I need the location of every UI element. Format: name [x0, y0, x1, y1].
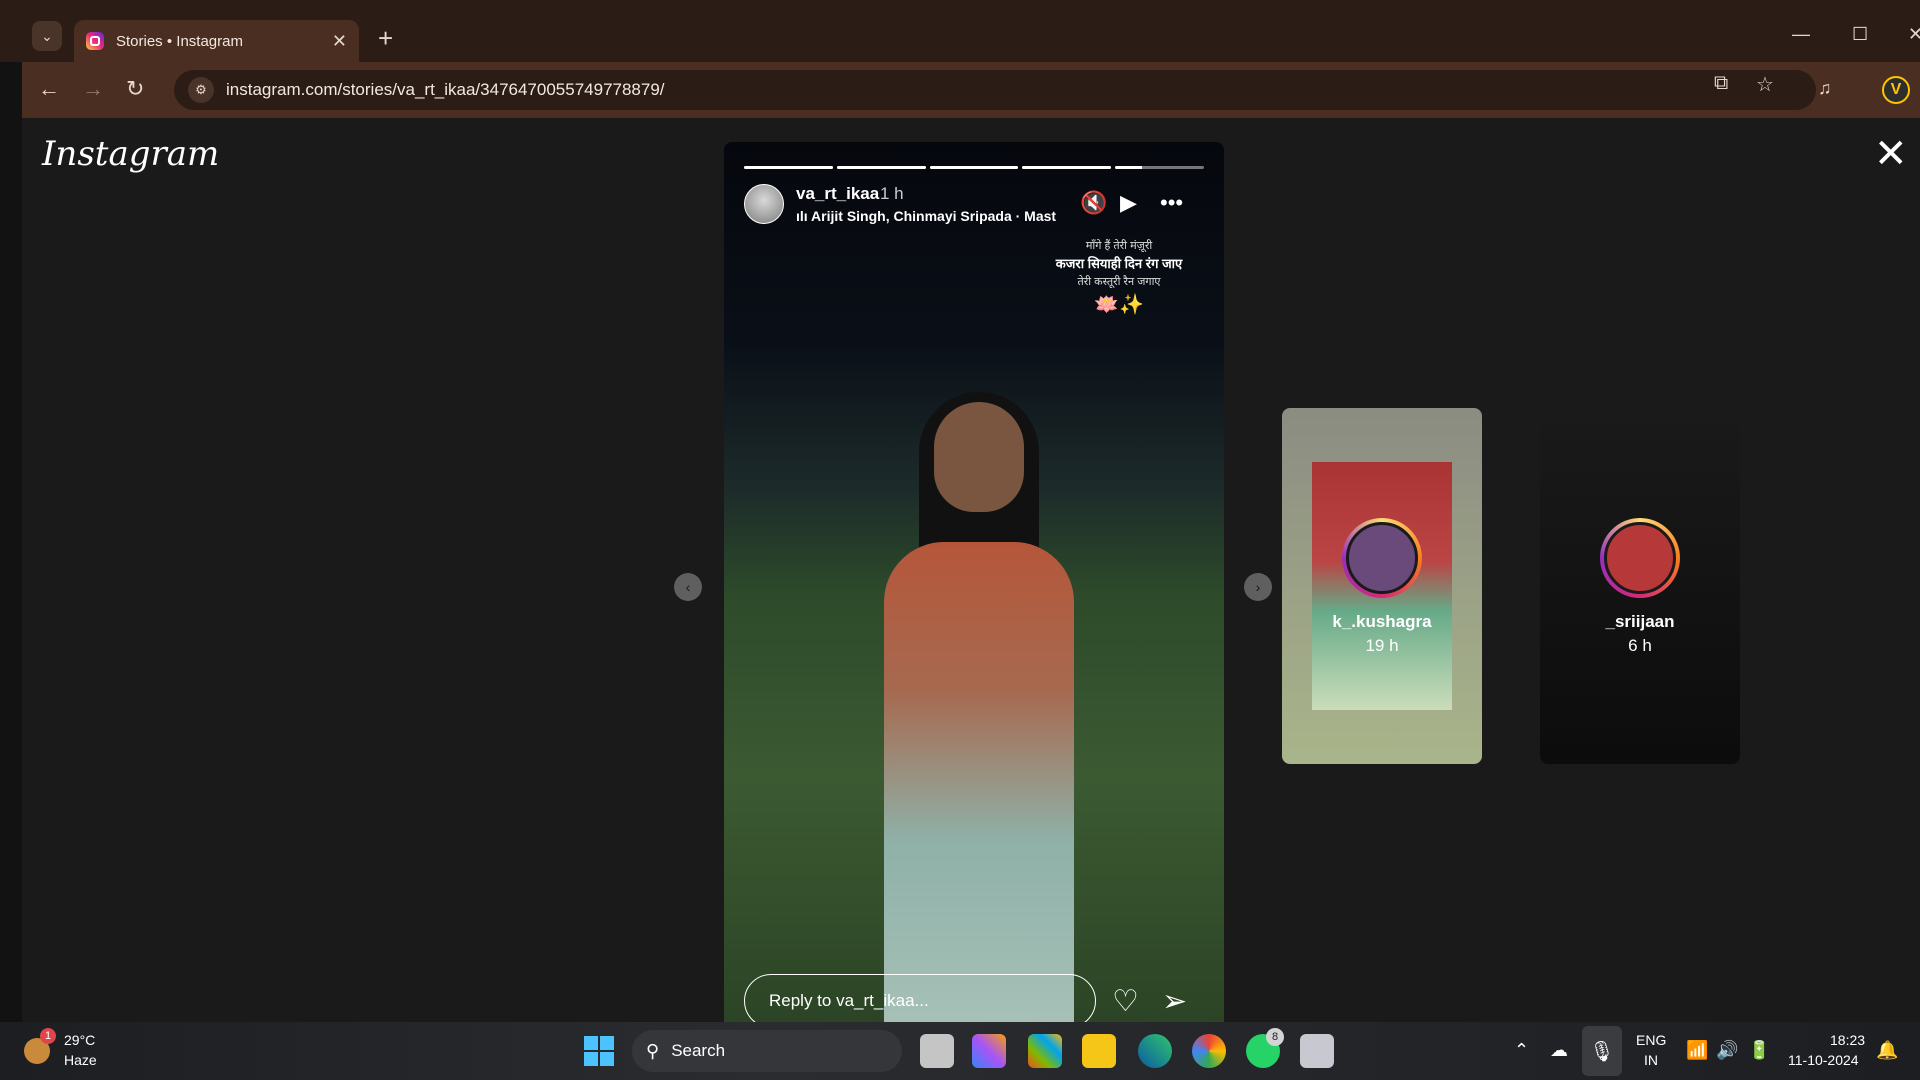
lyric-emojis: 🪷✨: [1094, 294, 1144, 316]
mute-icon[interactable]: 🔇: [1080, 190, 1107, 216]
microphone-icon[interactable]: 🎙: [1582, 1026, 1622, 1076]
taskbar-search[interactable]: ⚲ Search: [632, 1030, 902, 1072]
windows-taskbar: 1 29°C Haze ⚲ Search 8 ⌃ ☁ 🎙 ENG IN 📶 🔊 …: [0, 1022, 1920, 1080]
progress-fill: [836, 166, 926, 169]
weather-temperature[interactable]: 29°C: [64, 1032, 95, 1048]
preview-time: 6 h: [1628, 636, 1652, 655]
notification-bell-icon[interactable]: 🔔: [1876, 1040, 1898, 1061]
profile-avatar[interactable]: V: [1882, 76, 1910, 104]
install-app-icon[interactable]: ⧉: [1714, 72, 1728, 95]
address-bar[interactable]: ⚙ instagram.com/stories/va_rt_ikaa/34764…: [174, 70, 1816, 110]
copilot-icon[interactable]: [972, 1034, 1006, 1068]
instagram-logo[interactable]: Instagram: [42, 134, 219, 174]
language-indicator[interactable]: ENG: [1636, 1032, 1666, 1048]
story-username[interactable]: va_rt_ikaa: [796, 184, 879, 204]
weather-badge: 1: [40, 1028, 56, 1044]
tab-search-button[interactable]: ⌄: [32, 21, 62, 51]
battery-icon[interactable]: 🔋: [1748, 1040, 1770, 1061]
story-music-text: Arijit Singh, Chinmayi Sripada · Mast: [811, 208, 1057, 224]
volume-icon[interactable]: 🔊: [1716, 1040, 1738, 1061]
preview-username: k_.kushagra: [1332, 612, 1432, 631]
bookmark-star-icon[interactable]: ☆: [1756, 72, 1774, 97]
story-ring-avatar: [1342, 518, 1422, 598]
next-story-preview-1[interactable]: k_.kushagra 19 h: [1282, 408, 1482, 764]
reload-button[interactable]: ↻: [126, 76, 144, 102]
close-stories-button[interactable]: ✕: [1874, 134, 1908, 174]
chevron-right-icon: ›: [1255, 579, 1261, 595]
tab-title: Stories • Instagram: [116, 32, 243, 50]
tab-strip: ⌄ Stories • Instagram ✕ + — ☐ ✕: [22, 12, 1920, 62]
microsoft-store-icon[interactable]: [1028, 1034, 1062, 1068]
edge-browser-icon[interactable]: [1138, 1034, 1172, 1068]
minimize-button[interactable]: —: [1792, 24, 1810, 45]
instagram-favicon-icon: [86, 32, 104, 50]
progress-fill: [1115, 166, 1142, 169]
file-explorer-icon[interactable]: [1082, 1034, 1116, 1068]
tab-close-icon[interactable]: ✕: [332, 31, 347, 52]
chevron-left-icon: ‹: [685, 579, 691, 595]
task-view-icon[interactable]: [920, 1034, 954, 1068]
new-tab-button[interactable]: +: [378, 25, 393, 51]
more-options-icon[interactable]: •••: [1160, 190, 1183, 216]
progress-fill: [929, 166, 1019, 169]
desktop-edge: [0, 0, 22, 1080]
show-hidden-icons-chevron[interactable]: ⌃: [1514, 1040, 1529, 1061]
story-progress-bar: [744, 166, 1204, 169]
region-indicator[interactable]: IN: [1644, 1052, 1658, 1068]
chevron-down-icon: ⌄: [41, 27, 53, 44]
progress-fill: [1022, 166, 1112, 169]
play-icon[interactable]: ▶: [1120, 190, 1137, 216]
next-story-preview-2[interactable]: _sriijaan 6 h: [1540, 408, 1740, 764]
preview-username: _sriijaan: [1605, 612, 1675, 631]
like-heart-icon[interactable]: ♡: [1112, 984, 1139, 1019]
progress-fill: [744, 166, 833, 169]
story-time: 1 h: [880, 184, 904, 203]
progress-segment: [929, 166, 1019, 169]
window-close-button[interactable]: ✕: [1908, 24, 1920, 45]
maximize-button[interactable]: ☐: [1852, 24, 1868, 45]
back-button[interactable]: ←: [38, 76, 60, 102]
lyric-line-3: तेरी कस्तूरी रैन जगाए: [1077, 276, 1161, 288]
instagram-stories-page: Instagram ✕ ‹ › va_rt_ikaa 1 h ılı Ariji…: [22, 118, 1920, 1046]
story-ring-avatar: [1600, 518, 1680, 598]
lyric-line-1: माँगे हैं तेरी मंज़ूरी: [1085, 240, 1153, 252]
story-viewer[interactable]: va_rt_ikaa 1 h ılı Arijit Singh, Chinmay…: [724, 142, 1224, 1046]
wifi-icon[interactable]: 📶: [1686, 1040, 1708, 1061]
send-share-icon[interactable]: ➢: [1162, 984, 1187, 1019]
story-photo-dress: [884, 542, 1074, 1042]
url-text[interactable]: instagram.com/stories/va_rt_ikaa/3476470…: [226, 80, 665, 100]
story-photo-face: [934, 402, 1024, 512]
story-user-avatar[interactable]: [744, 184, 784, 224]
media-control-icon[interactable]: ♫: [1818, 78, 1832, 99]
clock-time[interactable]: 18:23: [1830, 1032, 1865, 1048]
snipping-tool-icon[interactable]: [1300, 1034, 1334, 1068]
progress-segment: [1022, 166, 1112, 169]
previous-story-button[interactable]: ‹: [674, 573, 702, 601]
whatsapp-badge: 8: [1266, 1028, 1284, 1046]
site-settings-icon[interactable]: ⚙: [188, 77, 214, 103]
reply-input[interactable]: Reply to va_rt_ikaa...: [744, 974, 1096, 1028]
search-label: Search: [671, 1041, 726, 1060]
onedrive-cloud-icon[interactable]: ☁: [1550, 1040, 1568, 1061]
forward-button[interactable]: →: [82, 76, 104, 102]
windows-start-button[interactable]: [584, 1036, 614, 1066]
audio-bars-icon: ılı: [796, 208, 812, 224]
lyric-line-2: कजरा सियाही दिन रंग जाए: [1055, 256, 1183, 271]
search-icon: ⚲: [646, 1040, 660, 1061]
progress-segment: [1115, 166, 1204, 169]
weather-condition[interactable]: Haze: [64, 1052, 97, 1068]
next-story-button[interactable]: ›: [1244, 573, 1272, 601]
preview-time: 19 h: [1365, 636, 1399, 655]
clock-date[interactable]: 11-10-2024: [1788, 1052, 1859, 1068]
progress-segment: [836, 166, 926, 169]
story-music-label[interactable]: ılı Arijit Singh, Chinmayi Sripada · Mas…: [796, 208, 1088, 224]
progress-segment: [744, 166, 833, 169]
tab-instagram-stories[interactable]: Stories • Instagram ✕: [74, 20, 359, 62]
chrome-browser-icon[interactable]: [1192, 1034, 1226, 1068]
browser-toolbar: ← → ↻ ⚙ instagram.com/stories/va_rt_ikaa…: [22, 62, 1920, 118]
